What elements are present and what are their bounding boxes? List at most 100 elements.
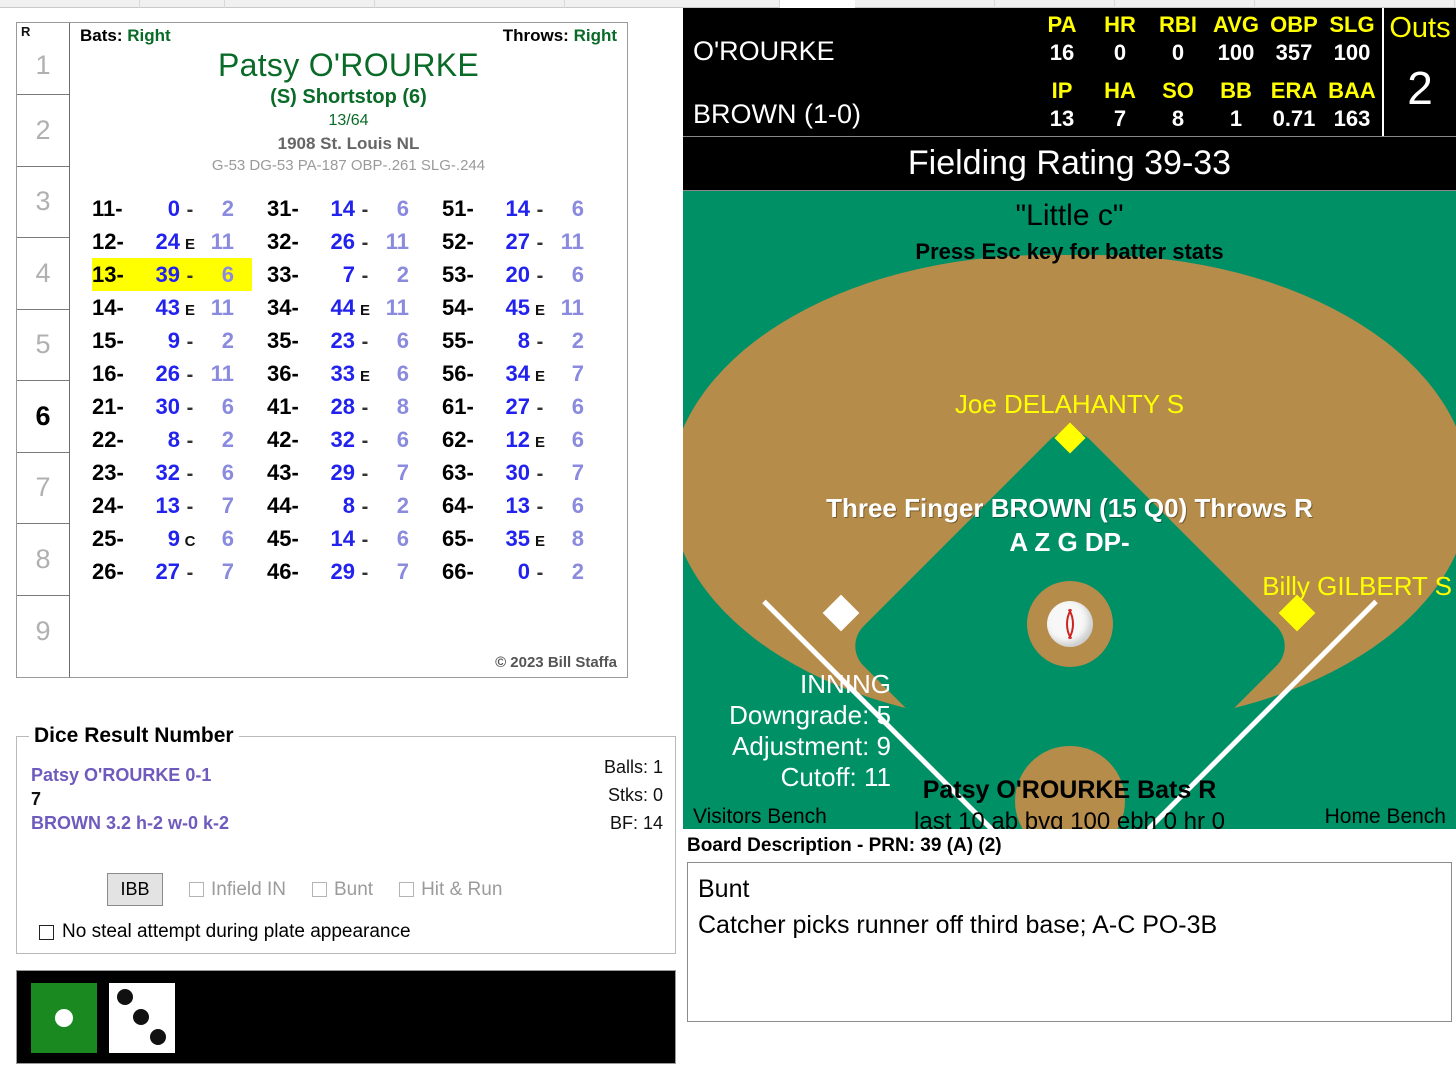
menu-item[interactable] — [1115, 0, 1255, 8]
throws-label: Throws: — [502, 26, 569, 45]
menu-item[interactable] — [995, 0, 1115, 8]
dice-table-row[interactable]: 54- 45 E 11 — [442, 291, 617, 324]
white-die[interactable] — [109, 983, 175, 1053]
pitcher-info-line[interactable]: Three Finger BROWN (15 Q0) Throws R — [683, 493, 1456, 524]
dice-table-row[interactable]: 52- 27-11 — [442, 225, 617, 258]
dice-table-row[interactable]: 16- 26-11 — [92, 357, 267, 390]
dice-table-row[interactable]: 53- 20- 6 — [442, 258, 617, 291]
inning-cell-7[interactable]: 7 — [17, 453, 69, 524]
dice-table-row[interactable]: 13- 39- 6 — [92, 258, 252, 291]
dice-table-row[interactable]: 41- 28- 8 — [267, 390, 442, 423]
inning-cell-4[interactable]: 4 — [17, 238, 69, 310]
dice-roll-rating: 7 — [221, 493, 234, 518]
dice-roll-flag: E — [184, 236, 195, 253]
dice-table-row[interactable]: 62- 12 E 6 — [442, 423, 617, 456]
dice-table-row[interactable]: 14- 43 E 11 — [92, 291, 267, 324]
dice-roll-rating: 7 — [396, 559, 409, 584]
right-panel: O'ROURKE BROWN (1-0) PA HR RBI AVG OBP SLG 16… — [683, 8, 1456, 1086]
inning-cell-5[interactable]: 5 — [17, 310, 69, 381]
inning-cell-9[interactable]: 9 — [17, 596, 69, 668]
dice-table-row[interactable]: 15- 9- 2 — [92, 324, 267, 357]
dice-table-row[interactable]: 26- 27- 7 — [92, 555, 267, 588]
menu-bar[interactable] — [0, 0, 1456, 8]
dice-table-row[interactable]: 33- 7- 2 — [267, 258, 442, 291]
home-bench-link[interactable]: Home Bench — [1325, 801, 1446, 829]
menu-item[interactable] — [225, 0, 375, 8]
no-steal-checkbox[interactable]: No steal attempt during plate appearance — [39, 921, 411, 943]
dice-table-row[interactable]: 36- 33 E 6 — [267, 357, 442, 390]
ibb-button-label: IBB — [120, 879, 150, 899]
dice-table-row[interactable]: 11- 0- 2 — [92, 192, 267, 225]
inning-cells[interactable]: 123456789 — [17, 23, 69, 667]
dice-table-row[interactable]: 34- 44 E 11 — [267, 291, 442, 324]
inning-cell-2[interactable]: 2 — [17, 95, 69, 167]
visitors-bench-group[interactable]: Visitors Bench Visitors Pen — [693, 801, 827, 829]
dice-table-row[interactable]: 66- 0- 2 — [442, 555, 617, 588]
baseball-field[interactable]: "Little c" Press Esc key for batter stat… — [683, 191, 1456, 829]
dice-roll-rating: 11 — [560, 229, 584, 254]
menu-item[interactable] — [780, 0, 855, 8]
bunt-checkbox[interactable]: Bunt — [311, 879, 373, 901]
dice-roll-key: 34- — [267, 295, 299, 320]
dice-roll-flag: - — [536, 562, 544, 584]
menu-item[interactable] — [0, 0, 140, 8]
inning-rail[interactable]: R 123456789 — [17, 23, 70, 677]
dice-roll-result: 8 — [517, 328, 530, 353]
ibb-button[interactable]: IBB — [107, 873, 163, 906]
green-die[interactable] — [31, 983, 97, 1053]
menu-item[interactable] — [375, 0, 565, 8]
press-esc-hint: Press Esc key for batter stats — [915, 239, 1224, 264]
player-card-body: Bats: Right Throws: Right Patsy O'ROURKE… — [70, 23, 627, 677]
dice-roll-rating: 11 — [385, 295, 409, 320]
dice-table-row[interactable]: 63- 30- 7 — [442, 456, 617, 489]
dice-table-row[interactable]: 32- 26-11 — [267, 225, 442, 258]
home-bench-group[interactable]: Home Bench Home Pen — [1325, 801, 1446, 829]
dice-table-row[interactable]: 55- 8- 2 — [442, 324, 617, 357]
dice-table-row[interactable]: 22- 8- 2 — [92, 423, 267, 456]
dice-result-table[interactable]: 11- 0-2 12- 24 E 11 13- 39-6 14- 43 E 11 15- 9-2 16- 26… — [80, 192, 617, 588]
dice-table-row[interactable]: 35- 23- 6 — [267, 324, 442, 357]
menu-item[interactable] — [140, 0, 225, 8]
dice-table-row[interactable]: 45- 14- 6 — [267, 522, 442, 555]
dice-table-row[interactable]: 21- 30- 6 — [92, 390, 267, 423]
dice-roll-key: 66- — [442, 559, 474, 584]
dice-table-row[interactable]: 23- 32- 6 — [92, 456, 267, 489]
pitcher-stat-value-cell: 13 — [1049, 106, 1075, 131]
player-stat-line: G-53 DG-53 PA-187 OBP-.261 SLG-.244 — [211, 157, 486, 174]
dice-table-row[interactable]: 31- 14- 6 — [267, 192, 442, 225]
dice-table-row[interactable]: 61- 27- 6 — [442, 390, 617, 423]
dice-table-row[interactable]: 46- 29- 7 — [267, 555, 442, 588]
dice-table-row[interactable]: 64- 13- 6 — [442, 489, 617, 522]
dice-table-row[interactable]: 51- 14- 6 — [442, 192, 617, 225]
centerfielder-label[interactable]: Joe DELAHANTY S — [683, 389, 1456, 420]
dice-table-row[interactable]: 43- 29- 7 — [267, 456, 442, 489]
dice-table-row[interactable]: 56- 34 E 7 — [442, 357, 617, 390]
left-panel: R 123456789 Bats: Right Throws: Right Pa… — [0, 8, 683, 1086]
dice-roll-flag: - — [361, 562, 369, 584]
menu-item[interactable] — [565, 0, 780, 8]
dice-roll-key: 35- — [267, 328, 299, 353]
dice-table-row[interactable]: 65- 35 E 8 — [442, 522, 617, 555]
dice-table-row[interactable]: 44- 8- 2 — [267, 489, 442, 522]
dice-roll-key: 25- — [92, 526, 124, 551]
dice-table-row[interactable]: 25- 9 C 6 — [92, 522, 267, 555]
throws-value: Right — [573, 26, 617, 45]
infield-in-checkbox[interactable]: Infield IN — [189, 879, 286, 901]
bats-group: Bats: Right — [80, 26, 171, 46]
menu-item[interactable] — [1255, 0, 1455, 8]
shortstop-label[interactable]: Billy GILBERT S — [1262, 571, 1452, 602]
inning-cell-6[interactable]: 6 — [17, 381, 69, 453]
dice-roll-result: 44 — [330, 295, 355, 320]
dice-roll-flag: - — [361, 265, 369, 287]
inning-cell-3[interactable]: 3 — [17, 167, 69, 238]
menu-item[interactable] — [855, 0, 995, 8]
visitors-bench-link[interactable]: Visitors Bench — [693, 801, 827, 829]
dice-table-row[interactable]: 24- 13- 7 — [92, 489, 267, 522]
dice-table-row[interactable]: 42- 32- 6 — [267, 423, 442, 456]
hit-and-run-checkbox[interactable]: Hit & Run — [399, 879, 502, 901]
dice-roll-flag: E — [534, 368, 545, 385]
inning-cell-8[interactable]: 8 — [17, 524, 69, 596]
dice-roll-flag: C — [184, 533, 196, 550]
dice-table-row[interactable]: 12- 24 E 11 — [92, 225, 267, 258]
dice-result-number-group: Dice Result Number Patsy O'ROURKE 0-1 7 … — [16, 724, 676, 954]
